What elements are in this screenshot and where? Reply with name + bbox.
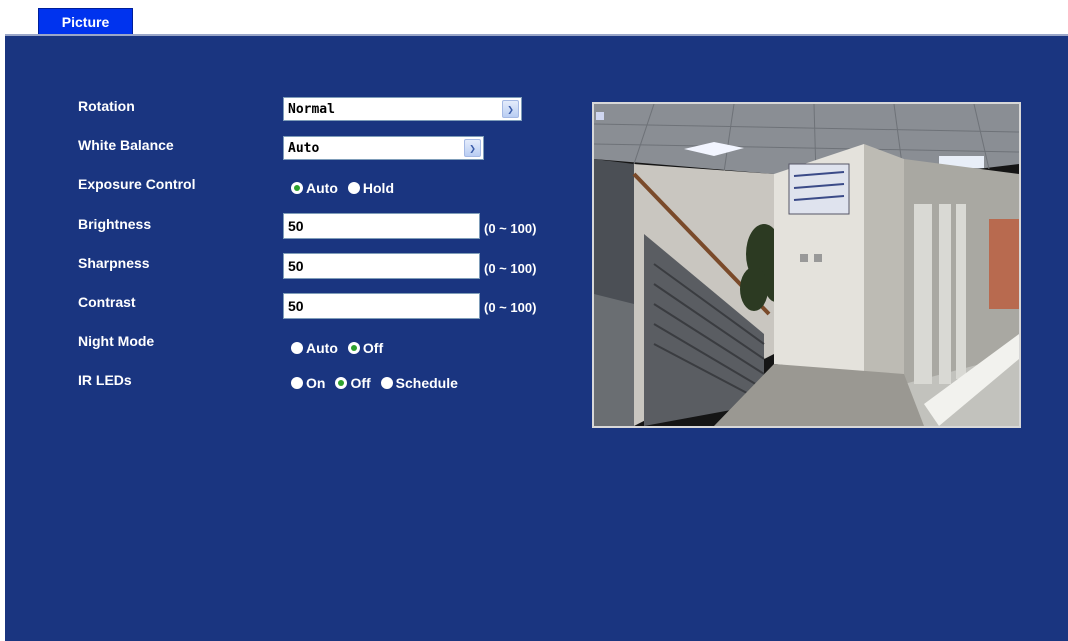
contrast-range-hint: (0 ~ 100) — [484, 300, 537, 315]
exposure-control-label: Exposure Control — [78, 176, 196, 192]
brightness-input[interactable]: 50 — [283, 213, 480, 239]
night-mode-auto-label: Auto — [306, 340, 338, 356]
sharpness-range-hint: (0 ~ 100) — [484, 261, 537, 276]
chevron-down-icon[interactable]: ❯ — [502, 100, 519, 118]
sharpness-input[interactable]: 50 — [283, 253, 480, 279]
exposure-control-radio-group: Auto Hold — [291, 180, 400, 196]
night-mode-off-option[interactable]: Off — [347, 340, 384, 356]
ir-leds-radio-group: On Off Schedule — [291, 375, 464, 391]
ir-leds-schedule-option[interactable]: Schedule — [380, 375, 458, 391]
exposure-hold-label: Hold — [362, 180, 394, 196]
ir-leds-off-label: Off — [350, 375, 371, 391]
exposure-hold-option[interactable]: Hold — [347, 180, 394, 196]
radio-button-icon[interactable] — [335, 377, 348, 389]
brightness-label: Brightness — [78, 216, 152, 232]
radio-button-icon[interactable] — [291, 377, 303, 389]
camera-live-view — [592, 102, 1021, 428]
ir-leds-label: IR LEDs — [78, 372, 132, 388]
radio-button-icon[interactable] — [291, 182, 303, 194]
white-balance-select[interactable]: Auto ❯ — [283, 136, 484, 160]
tab-picture[interactable]: Picture — [38, 8, 133, 34]
sharpness-label: Sharpness — [78, 255, 150, 271]
night-mode-radio-group: Auto Off — [291, 340, 389, 356]
radio-button-icon[interactable] — [347, 182, 360, 194]
radio-button-icon[interactable] — [291, 342, 303, 354]
camera-scene-image — [594, 104, 1019, 426]
contrast-input[interactable]: 50 — [283, 293, 480, 319]
radio-button-icon[interactable] — [347, 342, 360, 354]
night-mode-off-label: Off — [362, 340, 384, 356]
white-balance-value: Auto — [288, 140, 320, 156]
radio-button-icon[interactable] — [380, 377, 393, 389]
exposure-auto-label: Auto — [306, 180, 338, 196]
ir-leds-schedule-label: Schedule — [395, 375, 458, 391]
rotation-label: Rotation — [78, 98, 135, 114]
contrast-label: Contrast — [78, 294, 136, 310]
rotation-select[interactable]: Normal ❯ — [283, 97, 522, 121]
ir-leds-on-option[interactable]: On — [291, 375, 325, 391]
ir-leds-on-label: On — [306, 375, 326, 391]
brightness-range-hint: (0 ~ 100) — [484, 221, 537, 236]
chevron-down-icon[interactable]: ❯ — [464, 139, 481, 157]
night-mode-label: Night Mode — [78, 333, 155, 349]
exposure-auto-option[interactable]: Auto — [291, 180, 338, 196]
rotation-value: Normal — [288, 101, 335, 117]
night-mode-auto-option[interactable]: Auto — [291, 340, 338, 356]
ir-leds-off-option[interactable]: Off — [335, 375, 371, 391]
white-balance-label: White Balance — [78, 137, 174, 153]
